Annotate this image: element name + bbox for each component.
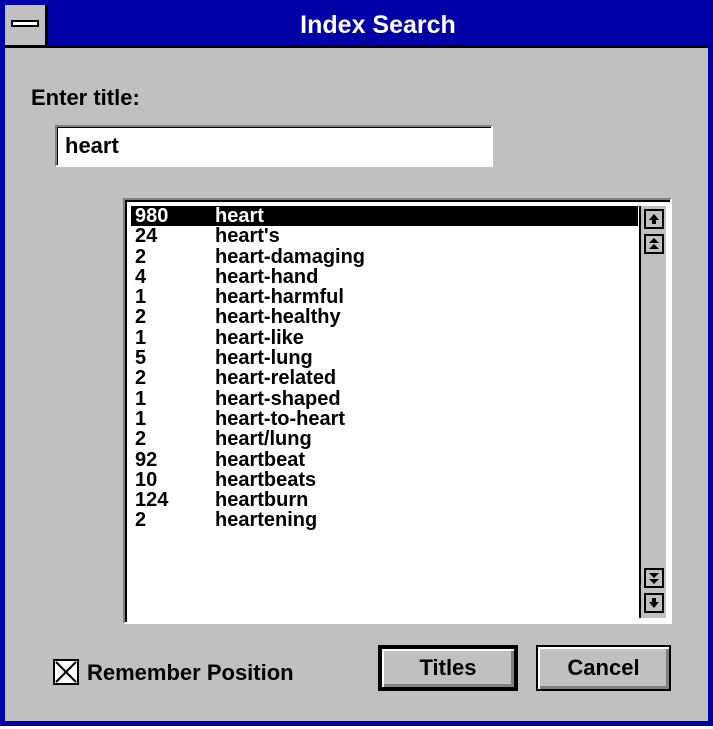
title-input-frame bbox=[55, 125, 493, 167]
double-arrow-down-icon[interactable] bbox=[644, 568, 664, 588]
list-item[interactable]: 4 heart-hand bbox=[131, 265, 638, 288]
list-item-count: 2 bbox=[135, 306, 147, 329]
list-item[interactable]: 2 heart/lung bbox=[131, 428, 638, 451]
remember-position-label[interactable]: Remember Position bbox=[87, 660, 294, 686]
checkmark-x-icon bbox=[55, 661, 77, 683]
list-item-title: heart-to-heart bbox=[215, 407, 346, 430]
list-item[interactable]: 124 heartburn bbox=[131, 489, 638, 512]
list-item-count: 1 bbox=[135, 387, 147, 410]
list-item-title: heartbeats bbox=[215, 468, 317, 491]
list-item-count: 2 bbox=[135, 367, 147, 390]
list-item-count: 5 bbox=[135, 347, 147, 370]
system-menu-bar bbox=[11, 20, 39, 27]
list-item[interactable]: 10 heartbeats bbox=[131, 468, 638, 491]
list-item-title: heart-related bbox=[215, 367, 337, 390]
list-item-count: 92 bbox=[135, 448, 158, 471]
list-item-title: heart-shaped bbox=[215, 387, 341, 410]
list-item-title: heart-like bbox=[215, 326, 304, 349]
titles-button[interactable]: Titles bbox=[378, 645, 518, 691]
list-item-title: heart bbox=[215, 206, 264, 227]
list-item[interactable]: 1 heart-shaped bbox=[131, 387, 638, 410]
list-item[interactable]: 1 heart-to-heart bbox=[131, 407, 638, 430]
list-item-title: heart-harmful bbox=[215, 286, 344, 309]
list-item[interactable]: 980 heart bbox=[131, 206, 638, 226]
arrow-down-icon[interactable] bbox=[644, 593, 664, 613]
list-item-count: 2 bbox=[135, 428, 147, 451]
list-item[interactable]: 1 heart-harmful bbox=[131, 286, 638, 309]
list-item[interactable]: 24 heart's bbox=[131, 225, 638, 248]
title-input[interactable] bbox=[61, 131, 485, 161]
title-list[interactable]: 980 heart 24 heart's 2 heart-damaging 4 heart-h… bbox=[131, 206, 638, 618]
list-item-title: heartburn bbox=[215, 489, 309, 512]
list-item-count: 4 bbox=[135, 265, 147, 288]
list-item-title: heart-healthy bbox=[215, 306, 341, 329]
system-menu-icon[interactable] bbox=[5, 5, 48, 45]
list-item-count: 980 bbox=[135, 206, 169, 227]
window-title: Index Search bbox=[300, 11, 456, 39]
list-item-count: 24 bbox=[135, 225, 158, 248]
list-item-title: heartbeat bbox=[215, 448, 306, 471]
enter-title-label: Enter title: bbox=[31, 85, 140, 110]
list-item-title: heart's bbox=[215, 225, 280, 248]
index-search-dialog: Index Search Enter title: 980heart24hear… bbox=[0, 0, 713, 726]
list-item[interactable]: 92 heartbeat bbox=[131, 448, 638, 471]
list-item[interactable]: 2 heartening bbox=[131, 509, 638, 532]
list-item-count: 10 bbox=[135, 468, 158, 491]
list-item-count: 1 bbox=[135, 326, 147, 349]
list-item-count: 1 bbox=[135, 286, 147, 309]
list-item-count: 1 bbox=[135, 407, 147, 430]
list-item-title: heart-damaging bbox=[215, 245, 366, 268]
list-item-count: 124 bbox=[135, 489, 169, 512]
list-item[interactable]: 5 heart-lung bbox=[131, 347, 638, 370]
list-item-count: 2 bbox=[135, 509, 147, 532]
list-item[interactable]: 2 heart-healthy bbox=[131, 306, 638, 329]
title-listbox[interactable]: 980 heart 24 heart's 2 heart-damaging 4 heart-h… bbox=[123, 198, 672, 624]
list-item-title: heart/lung bbox=[215, 428, 312, 451]
remember-position-checkbox[interactable] bbox=[53, 659, 79, 685]
list-item[interactable]: 2 heart-related bbox=[131, 367, 638, 390]
arrow-up-icon[interactable] bbox=[644, 209, 664, 229]
list-item[interactable]: 2 heart-damaging bbox=[131, 245, 638, 268]
double-arrow-up-icon[interactable] bbox=[644, 234, 664, 254]
list-item-title: heart-lung bbox=[215, 347, 313, 370]
list-item-title: heart-hand bbox=[215, 265, 319, 288]
list-item-count: 2 bbox=[135, 245, 147, 268]
cancel-button[interactable]: Cancel bbox=[536, 645, 671, 691]
title-bar[interactable]: Index Search bbox=[5, 5, 708, 48]
vertical-scrollbar[interactable] bbox=[639, 206, 666, 618]
list-item-title: heartening bbox=[215, 509, 318, 532]
list-item[interactable]: 1 heart-like bbox=[131, 326, 638, 349]
